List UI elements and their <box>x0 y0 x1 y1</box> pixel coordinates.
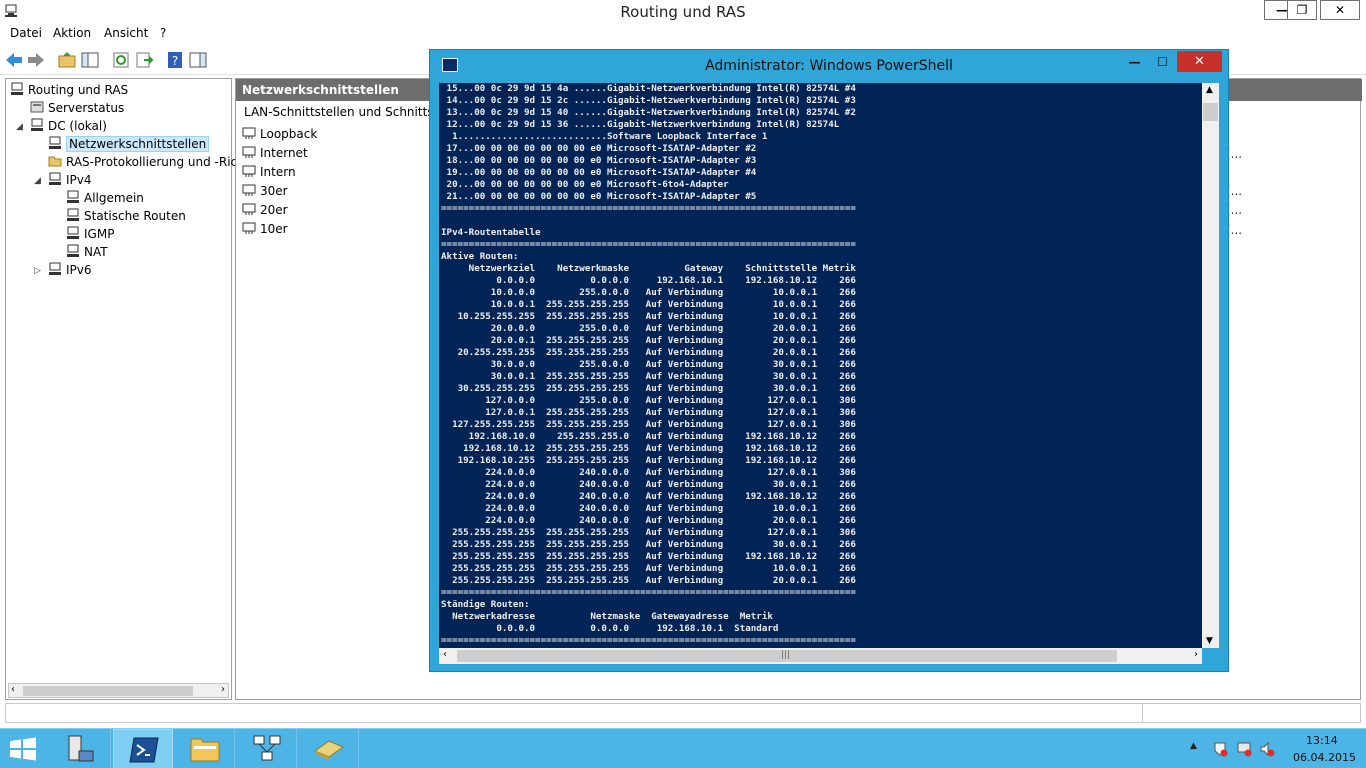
expander-ipv6[interactable]: ▷ <box>34 266 41 276</box>
tree-item-ipv6[interactable]: IPv6 <box>48 262 92 280</box>
tree-item-netzwerkschnittstellen[interactable]: Netzwerkschnittstellen <box>48 136 210 154</box>
scroll-right-icon[interactable]: › <box>1194 649 1198 660</box>
network-adapter-icon <box>242 184 256 196</box>
interface-row[interactable]: 10er <box>242 221 288 239</box>
network-adapter-icon <box>242 203 256 215</box>
protocol-icon <box>67 226 79 239</box>
protocol-icon <box>67 190 79 203</box>
clock-time[interactable]: 13:14 <box>1306 734 1338 747</box>
scrollbar-thumb[interactable] <box>23 686 193 696</box>
menu-ansicht[interactable]: Ansicht <box>104 26 148 40</box>
scroll-left-icon[interactable]: ‹ <box>443 649 447 660</box>
tree-item-allgemein[interactable]: Allgemein <box>66 190 144 208</box>
tree-item-nat[interactable]: NAT <box>66 244 108 262</box>
server-status-icon <box>30 101 44 113</box>
scroll-right-icon[interactable]: › <box>221 684 225 695</box>
taskbar-server-manager[interactable] <box>51 729 111 768</box>
export-list-icon[interactable] <box>134 50 154 70</box>
scroll-left-icon[interactable]: ‹ <box>11 684 15 695</box>
tree-item-ipv4[interactable]: IPv4 <box>48 172 92 190</box>
windows-start-icon[interactable] <box>8 737 38 761</box>
powershell-console[interactable]: 15...00 0c 29 9d 15 4a ......Gigabit-Net… <box>439 83 1202 648</box>
back-arrow-icon[interactable] <box>4 50 24 70</box>
network-adapter-icon <box>242 222 256 234</box>
properties-pane-icon[interactable] <box>188 50 208 70</box>
explorer-icon <box>190 738 220 762</box>
clock-date[interactable]: 06.04.2015 <box>1293 751 1356 764</box>
interface-row[interactable]: Internet <box>242 145 308 163</box>
tree-item-routing[interactable]: Routing und RAS <box>10 82 128 100</box>
protocol-icon <box>67 244 79 257</box>
tree-item-serverstatus[interactable]: Serverstatus <box>30 100 124 118</box>
volume-muted-icon[interactable] <box>1259 741 1275 757</box>
maximize-button[interactable]: ❐ <box>1287 0 1317 20</box>
tools-icon <box>313 740 345 760</box>
tree-item-statische-routen[interactable]: Statische Routen <box>66 208 186 226</box>
status-bar <box>5 703 1361 723</box>
console-vertical-scrollbar[interactable]: ▲ ▼ <box>1202 83 1219 648</box>
menu-datei[interactable]: Datei <box>10 26 42 40</box>
console-output: 15...00 0c 29 9d 15 4a ......Gigabit-Net… <box>441 83 856 646</box>
expander-ipv4[interactable]: ◢ <box>34 176 41 186</box>
scrollbar-thumb[interactable]: ||| <box>457 650 1117 662</box>
taskbar-tools[interactable] <box>299 729 359 768</box>
forward-arrow-icon[interactable] <box>26 50 46 70</box>
console-horizontal-scrollbar[interactable]: ‹ ||| › <box>439 648 1202 664</box>
ps-minimize-button[interactable]: — <box>1121 52 1148 72</box>
scroll-down-icon[interactable]: ▼ <box>1206 636 1213 646</box>
network-adapter-icon <box>242 146 256 158</box>
server-icon <box>31 118 43 131</box>
tree-item-dc[interactable]: DC (lokal) <box>30 118 107 136</box>
protocol-icon <box>49 262 61 275</box>
refresh-icon[interactable] <box>111 50 131 70</box>
scroll-up-icon[interactable]: ▲ <box>1206 85 1213 95</box>
powershell-window[interactable]: Administrator: Windows PowerShell — ☐ ✕ … <box>429 49 1229 672</box>
ps-close-button[interactable]: ✕ <box>1177 51 1222 72</box>
close-button[interactable]: ✕ <box>1320 0 1360 20</box>
scrollbar-thumb[interactable] <box>1203 103 1218 121</box>
taskbar: ▲ 13:14 06.04.2015 <box>0 728 1366 768</box>
network-adapter-icon <box>242 165 256 177</box>
svg-text:?: ? <box>172 54 178 68</box>
window-title: Routing und RAS <box>620 3 746 21</box>
network-icon <box>253 735 281 761</box>
menu-help[interactable]: ? <box>160 26 166 40</box>
console-tree-icon[interactable] <box>80 50 100 70</box>
action-center-icon[interactable] <box>1212 741 1228 757</box>
console-tree: Routing und RAS Serverstatus ◢ DC (lokal… <box>5 78 245 700</box>
protocol-icon <box>67 208 79 221</box>
interface-row[interactable]: 30er <box>242 183 288 201</box>
up-folder-icon[interactable] <box>57 50 77 70</box>
server-icon <box>11 82 23 95</box>
menu-bar: Datei Aktion Ansicht ? <box>0 23 1366 45</box>
network-adapter-icon <box>242 127 256 139</box>
tree-item-igmp[interactable]: IGMP <box>66 226 114 244</box>
folder-icon <box>48 156 62 167</box>
protocol-icon <box>49 172 61 185</box>
help-icon[interactable]: ? <box>165 50 185 70</box>
column-header[interactable]: LAN-Schnittstellen und Schnittstelle <box>236 105 460 125</box>
network-tray-icon[interactable] <box>1236 741 1252 757</box>
menu-aktion[interactable]: Aktion <box>53 26 91 40</box>
interface-row[interactable]: 20er <box>242 202 288 220</box>
expander-dc[interactable]: ◢ <box>16 122 23 132</box>
taskbar-powershell[interactable] <box>113 729 173 768</box>
powershell-title: Administrator: Windows PowerShell <box>705 58 953 74</box>
tree-horizontal-scrollbar[interactable]: ‹ › <box>8 683 229 698</box>
network-interface-icon <box>49 136 61 149</box>
taskbar-explorer[interactable] <box>175 729 235 768</box>
powershell-title-bar[interactable]: Administrator: Windows PowerShell — ☐ ✕ <box>430 50 1228 80</box>
tree-item-ras-protokollierung[interactable]: RAS-Protokollierung und -Rich <box>48 154 245 172</box>
taskbar-routing[interactable] <box>237 729 297 768</box>
ps-maximize-button[interactable]: ☐ <box>1149 52 1176 72</box>
powershell-icon <box>129 737 159 763</box>
server-manager-icon <box>68 735 94 762</box>
main-title-bar: Routing und RAS — ❐ ✕ <box>0 0 1366 23</box>
interface-row[interactable]: Intern <box>242 164 296 182</box>
tray-expand-icon[interactable]: ▲ <box>1190 741 1197 751</box>
interface-row[interactable]: Loopback <box>242 126 317 144</box>
